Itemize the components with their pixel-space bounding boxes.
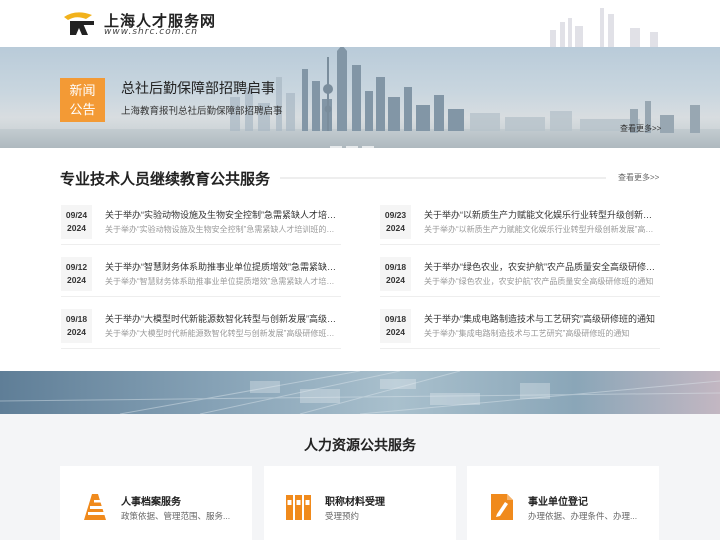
logo-url: www.shrc.com.cn	[104, 27, 199, 37]
date-month-day: 09/12	[65, 262, 88, 272]
service-card-institution-registration[interactable]: 事业单位登记 办理依据、办理条件、办理...	[467, 466, 659, 540]
continuing-education-more-link[interactable]: 查看更多>>	[618, 172, 659, 183]
site-header: 上海人才服务网 www.shrc.com.cn	[0, 0, 720, 47]
logo-mark-icon	[64, 12, 94, 35]
date-month-day: 09/18	[65, 314, 88, 324]
news-list-item[interactable]: 09/18 2024 关于举办“绿色农业，农安护航”农产品质量安全高级研修班的通…	[380, 257, 660, 297]
card-title: 事业单位登记	[528, 497, 588, 508]
news-description: 关于举办“绿色农业，农安护航”农产品质量安全高级研修班的通知	[424, 277, 654, 286]
register-icon	[491, 494, 513, 520]
carousel-indicator[interactable]	[330, 135, 390, 148]
city-strip-image	[0, 371, 720, 414]
news-title[interactable]: 关于举办“实验动物设施及生物安全控制”急需紧缺人才培训班的通知	[105, 208, 339, 221]
date-month-day: 09/24	[65, 210, 88, 220]
card-description: 受理预约	[325, 511, 360, 521]
card-description: 办理依据、办理条件、办理...	[528, 511, 638, 521]
news-title[interactable]: 关于举办“大模型时代新能源数智化转型与创新发展”高级研修班的通知	[105, 312, 339, 325]
date-month-day: 09/18	[384, 262, 407, 272]
date-year: 2024	[386, 327, 405, 337]
news-announcement-badge: 新闻 公告	[60, 78, 105, 122]
service-card-archives[interactable]: 人事档案服务 政策依据、管理范围、服务...	[60, 466, 252, 540]
hr-services-section: 人力资源公共服务 人事档案服务 政策依据、管理范围、服务... 职称材料受理 受…	[0, 414, 720, 540]
date-box: 09/12 2024	[61, 257, 92, 291]
section-title-hr-services: 人力资源公共服务	[304, 437, 416, 453]
news-banner[interactable]: 新闻 公告 总社后勤保障部招聘启事 上海教育报刊总社后勤保障部招聘启事 查看更多…	[0, 47, 720, 148]
news-description: 关于举办“实验动物设施及生物安全控制”急需紧缺人才培训班的通知	[105, 225, 339, 234]
news-title[interactable]: 关于举办“智慧财务体系助推事业单位提质增效”急需紧缺人才培训班的通知	[105, 260, 339, 273]
news-list-item[interactable]: 09/12 2024 关于举办“智慧财务体系助推事业单位提质增效”急需紧缺人才培…	[61, 257, 341, 297]
date-year: 2024	[67, 275, 86, 285]
date-box: 09/18 2024	[380, 257, 411, 291]
news-description: 关于举办“以新质生产力赋能文化娱乐行业转型升级创新发展”高级研修班的通知	[424, 225, 658, 234]
news-list-item[interactable]: 09/18 2024 关于举办“大模型时代新能源数智化转型与创新发展”高级研修班…	[61, 309, 341, 349]
news-description: 关于举办“集成电路制造技术与工艺研究”高级研修班的通知	[424, 329, 630, 338]
news-description: 关于举办“智慧财务体系助推事业单位提质增效”急需紧缺人才培训班的通知	[105, 277, 339, 286]
date-year: 2024	[67, 223, 86, 233]
news-list-item[interactable]: 09/24 2024 关于举办“实验动物设施及生物安全控制”急需紧缺人才培训班的…	[61, 205, 341, 245]
banner-more-link[interactable]: 查看更多>>	[620, 123, 661, 134]
news-list-item[interactable]: 09/23 2024 关于举办“以新质生产力赋能文化娱乐行业转型升级创新发展”高…	[380, 205, 660, 245]
service-card-title-materials[interactable]: 职称材料受理 受理预约	[264, 466, 456, 540]
news-list-item[interactable]: 09/18 2024 关于举办“集成电路制造技术与工艺研究”高级研修班的通知 关…	[380, 309, 660, 349]
banner-news-subtitle: 上海教育报刊总社后勤保障部招聘启事	[121, 106, 283, 117]
city-skyline-image	[0, 47, 720, 148]
card-title: 人事档案服务	[121, 497, 181, 508]
binders-icon	[286, 495, 311, 520]
date-box: 09/24 2024	[61, 205, 92, 239]
decorative-city-strip	[0, 371, 720, 414]
date-box: 09/18 2024	[380, 309, 411, 343]
date-month-day: 09/23	[384, 210, 407, 220]
card-title: 职称材料受理	[325, 497, 385, 508]
badge-line-1: 新闻	[69, 83, 96, 98]
card-description: 政策依据、管理范围、服务...	[121, 511, 231, 521]
date-box: 09/18 2024	[61, 309, 92, 343]
news-description: 关于举办“大模型时代新能源数智化转型与创新发展”高级研修班的通知	[105, 329, 339, 338]
date-month-day: 09/18	[384, 314, 407, 324]
section-title-continuing-education: 专业技术人员继续教育公共服务	[60, 171, 271, 188]
badge-line-2: 公告	[69, 102, 96, 117]
section-divider	[280, 177, 606, 179]
date-year: 2024	[386, 275, 405, 285]
date-box: 09/23 2024	[380, 205, 411, 239]
site-logo[interactable]: 上海人才服务网 www.shrc.com.cn	[62, 9, 215, 39]
news-title[interactable]: 关于举办“绿色农业，农安护航”农产品质量安全高级研修班的通知	[424, 260, 658, 273]
date-year: 2024	[67, 327, 86, 337]
news-title[interactable]: 关于举办“以新质生产力赋能文化娱乐行业转型升级创新发展”高级研修班的通知	[424, 208, 658, 221]
header-skyline-decoration	[550, 8, 658, 47]
archive-icon	[84, 494, 106, 520]
date-year: 2024	[386, 223, 405, 233]
news-title[interactable]: 关于举办“集成电路制造技术与工艺研究”高级研修班的通知	[424, 312, 658, 325]
banner-news-title[interactable]: 总社后勤保障部招聘启事	[121, 78, 275, 98]
